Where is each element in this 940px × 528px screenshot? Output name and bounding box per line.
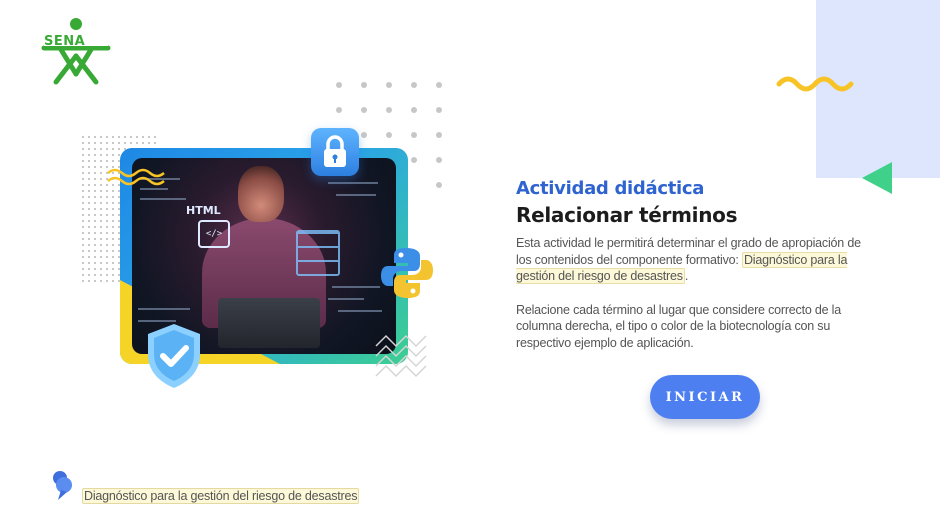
data-grid-icon [296, 230, 340, 276]
logo-text: SENA [44, 34, 86, 49]
footer-topic-link[interactable]: Diagnóstico para la gestión del riesgo d… [82, 488, 360, 504]
activity-title: Relacionar términos [516, 203, 738, 227]
lock-icon [311, 128, 359, 176]
activity-instructions: Relacione cada término al lugar que cons… [516, 302, 841, 350]
person-head [238, 166, 284, 222]
python-logo-icon [381, 248, 433, 298]
activity-topic-suffix: . [684, 269, 689, 283]
activity-intro: Esta actividad le permitirá determinar e… [516, 235, 861, 285]
html-label: HTML [186, 204, 221, 217]
activity-label: Actividad didáctica [516, 178, 705, 199]
pin-icon [53, 471, 72, 500]
start-button[interactable]: INICIAR [650, 375, 760, 419]
sena-logo: SENA [40, 18, 112, 86]
laptop-icon [218, 298, 320, 348]
zigzag-decoration [375, 334, 427, 378]
green-triangle-decoration [862, 162, 892, 194]
yellow-squiggle-decoration [776, 76, 854, 92]
yellow-wave-decoration [107, 168, 165, 186]
html-code-icon: </> [198, 220, 230, 248]
shield-check-icon [148, 324, 200, 388]
activity-content: Actividad didáctica Relacionar términos … [516, 178, 861, 368]
